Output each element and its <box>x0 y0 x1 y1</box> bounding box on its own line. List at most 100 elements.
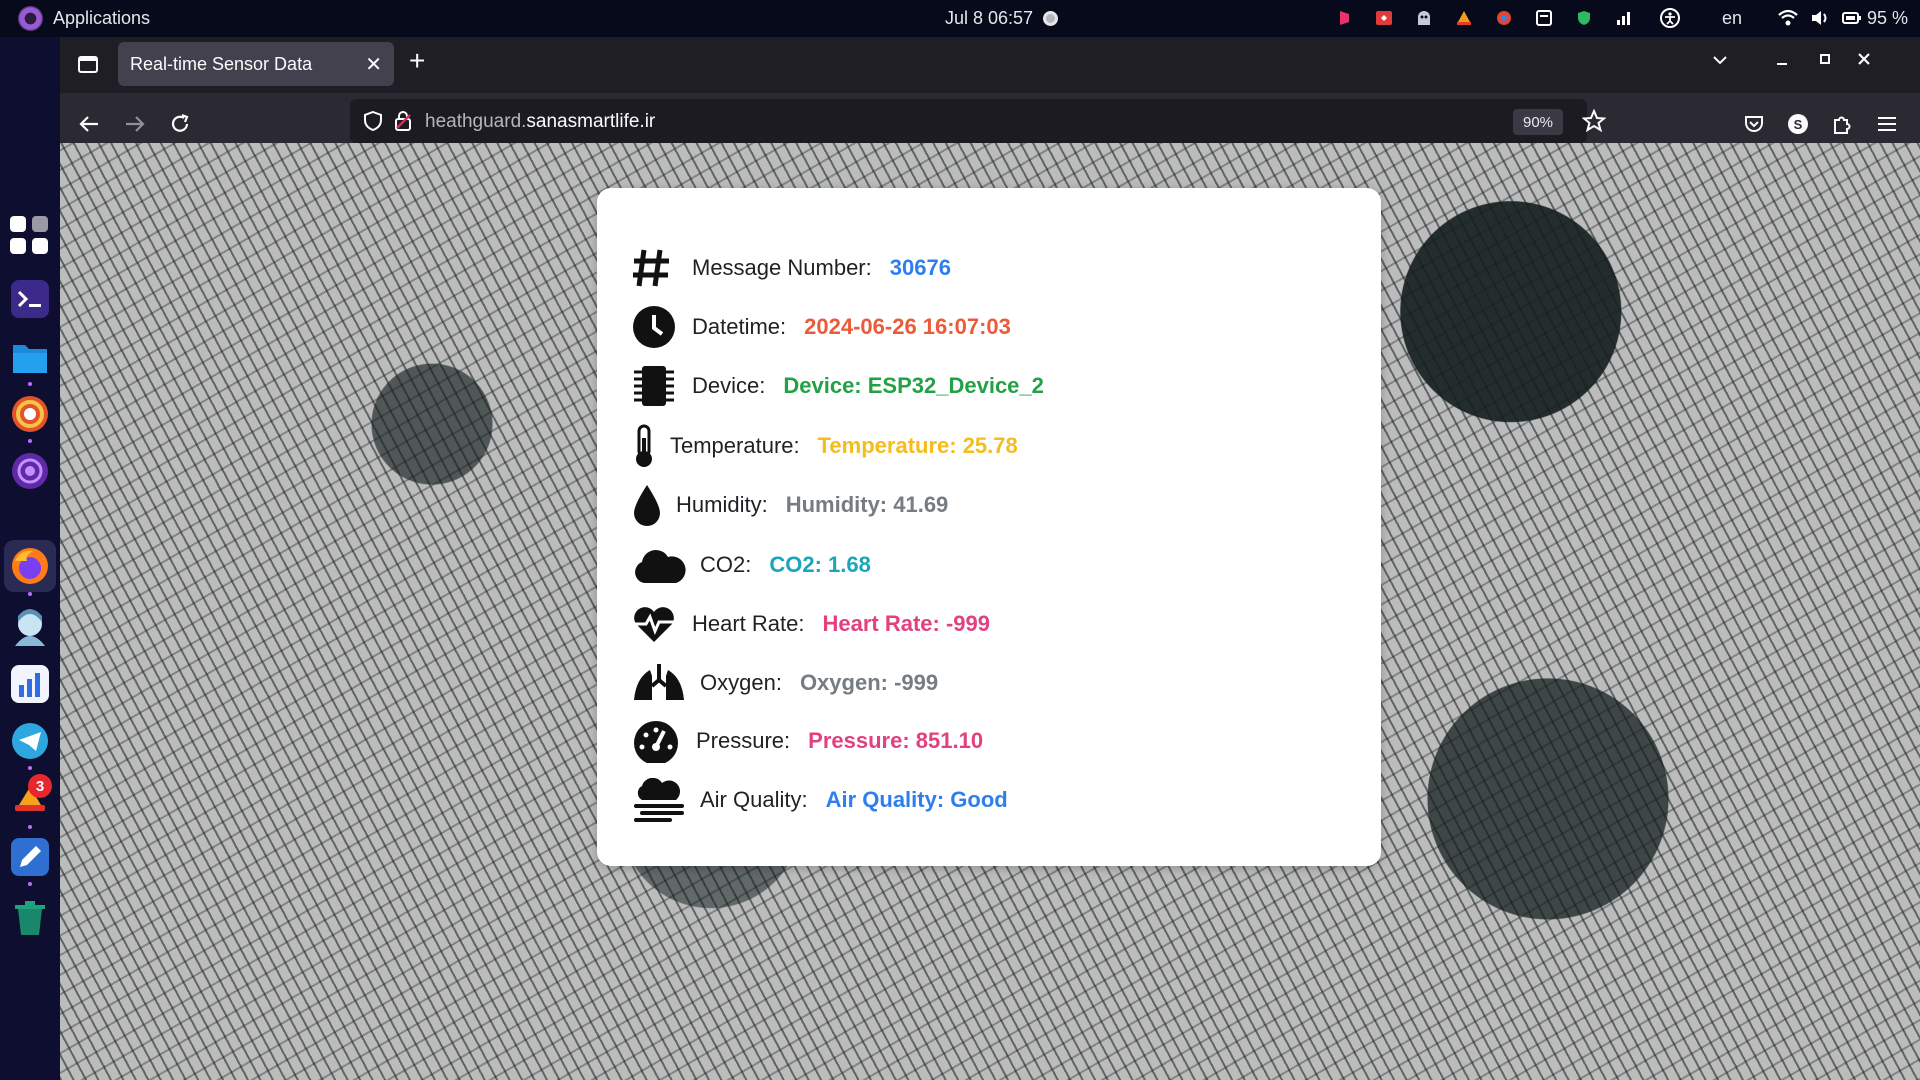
clock-label: Jul 8 06:57 <box>945 8 1034 28</box>
terminal-icon <box>11 280 49 318</box>
dock-show-apps-button[interactable] <box>10 216 50 256</box>
new-tab-button[interactable]: + <box>409 47 425 75</box>
row-label: CO2: <box>700 552 752 577</box>
url-host-main: sanasmartlife.ir <box>526 111 656 132</box>
row-value: Air Quality: Good <box>825 787 1008 812</box>
folder-icon <box>13 345 47 373</box>
tracking-shield-icon[interactable] <box>364 110 382 136</box>
row-value: Pressure: 851.10 <box>808 728 984 753</box>
dock-stack-app-button[interactable]: 3 <box>10 774 52 818</box>
tray-app-icon-1[interactable] <box>1334 8 1354 28</box>
tray-app-icon-2[interactable] <box>1374 8 1394 28</box>
url-text[interactable]: heathguard.sanasmartlife.ir <box>425 111 655 133</box>
minimize-button[interactable] <box>1774 51 1790 72</box>
tab-close-icon[interactable]: ✕ <box>365 52 382 77</box>
applications-label: Applications <box>53 8 151 28</box>
row-temperature: Temperature: Temperature: 25.78 <box>632 421 1018 471</box>
trash-icon <box>15 901 45 935</box>
tor-browser-icon <box>12 453 48 489</box>
dock-running-indicator <box>28 382 32 386</box>
battery-icon[interactable] <box>1842 8 1862 28</box>
clock[interactable]: Jul 8 06:57 <box>945 8 1059 29</box>
tray-shield-icon[interactable] <box>1574 8 1594 28</box>
dock-telegram-button[interactable] <box>10 721 50 761</box>
clock-icon <box>632 302 686 352</box>
dock-terminal-button[interactable] <box>10 279 50 319</box>
row-value: Temperature: 25.78 <box>817 433 1018 458</box>
account-s-icon[interactable]: S <box>1784 110 1812 138</box>
row-value: Humidity: 41.69 <box>785 492 949 517</box>
wifi-icon[interactable] <box>1778 8 1798 28</box>
tray-signal-icon[interactable] <box>1614 8 1634 28</box>
dock-files-button[interactable] <box>10 337 50 377</box>
dock-running-indicator <box>28 825 32 829</box>
dock-anime-app-button[interactable] <box>10 607 50 647</box>
row-label: Air Quality: <box>700 787 808 812</box>
chart-bars-icon <box>11 665 49 703</box>
gauge-icon <box>632 716 690 766</box>
browser-window: Real-time Sensor Data ✕ + heathguard.san… <box>60 37 1920 1080</box>
url-host-prefix: heathguard. <box>425 111 527 132</box>
row-label: Device: <box>692 373 766 398</box>
dock-text-editor-button[interactable] <box>10 837 50 877</box>
anime-avatar-icon <box>15 609 45 646</box>
firefox-icon <box>12 548 48 584</box>
dock-chrome-button[interactable] <box>10 394 50 434</box>
dock-running-indicator <box>28 882 32 886</box>
page-background: Message Number: 30676 Datetime: 2024-06-… <box>60 143 1920 1080</box>
row-air-quality: Air Quality: Air Quality: Good <box>632 775 1008 825</box>
accessibility-icon[interactable] <box>1660 8 1680 28</box>
close-window-icon[interactable] <box>1856 51 1872 72</box>
lungs-icon <box>632 658 694 708</box>
bookmark-star-icon[interactable] <box>1581 108 1607 138</box>
chrome-browser-icon <box>12 396 48 432</box>
tab-overview-icon[interactable] <box>78 54 98 74</box>
tab-real-time-sensor-data[interactable]: Real-time Sensor Data ✕ <box>118 42 394 86</box>
insecure-lock-icon[interactable] <box>394 110 412 137</box>
maximize-button[interactable] <box>1817 51 1833 72</box>
dock-system-monitor-button[interactable] <box>10 664 50 704</box>
volume-icon[interactable] <box>1810 8 1830 28</box>
row-label: Message Number: <box>692 255 872 280</box>
tray-stack-icon[interactable] <box>1454 8 1474 28</box>
tray-window-icon[interactable] <box>1534 8 1554 28</box>
grid-icon <box>10 216 48 254</box>
battery-percentage: 95 % <box>1867 8 1909 28</box>
heart-pulse-icon <box>632 599 686 649</box>
hamburger-menu-icon[interactable] <box>1873 110 1901 138</box>
row-value: CO2: 1.68 <box>769 552 871 577</box>
url-bar[interactable]: heathguard.sanasmartlife.ir 90% <box>350 99 1607 143</box>
row-label: Temperature: <box>670 433 800 458</box>
list-all-tabs-chevron-down-icon[interactable] <box>1711 51 1729 74</box>
row-message-number: Message Number: 30676 <box>632 243 951 293</box>
extensions-puzzle-icon[interactable] <box>1828 110 1856 138</box>
reload-icon[interactable] <box>166 110 194 138</box>
cloud-icon <box>632 540 694 590</box>
dock-firefox-button[interactable] <box>10 546 50 586</box>
dock-trash-button[interactable] <box>10 898 50 938</box>
row-pressure: Pressure: Pressure: 851.10 <box>632 716 983 766</box>
tray-browser-icon[interactable] <box>1494 8 1514 28</box>
telegram-icon <box>12 723 48 759</box>
tab-bar: Real-time Sensor Data ✕ + <box>60 37 1920 93</box>
zoom-level-badge[interactable]: 90% <box>1513 109 1563 135</box>
tray-ghost-icon[interactable] <box>1414 8 1434 28</box>
hashtag-icon <box>632 243 686 293</box>
row-humidity: Humidity: Humidity: 41.69 <box>632 480 948 530</box>
row-label: Datetime: <box>692 314 787 339</box>
row-value: 2024-06-26 16:07:03 <box>804 314 1011 339</box>
system-top-bar: Applications Jul 8 06:57 en 95 % <box>0 0 1920 37</box>
applications-menu[interactable]: Applications <box>18 6 150 31</box>
row-co2: CO2: CO2: 1.68 <box>632 540 871 590</box>
row-label: Humidity: <box>676 492 768 517</box>
forward-arrow-icon[interactable] <box>121 110 149 138</box>
back-arrow-icon[interactable] <box>75 110 103 138</box>
pocket-icon[interactable] <box>1740 110 1768 138</box>
row-label: Heart Rate: <box>692 611 805 636</box>
notification-badge: 3 <box>28 774 52 798</box>
row-device: Device: Device: ESP32_Device_2 <box>632 361 1044 411</box>
row-value: 30676 <box>889 255 951 280</box>
keyboard-language[interactable]: en <box>1722 8 1742 29</box>
dock-tor-button[interactable] <box>10 451 50 491</box>
dock-running-indicator <box>28 439 32 443</box>
